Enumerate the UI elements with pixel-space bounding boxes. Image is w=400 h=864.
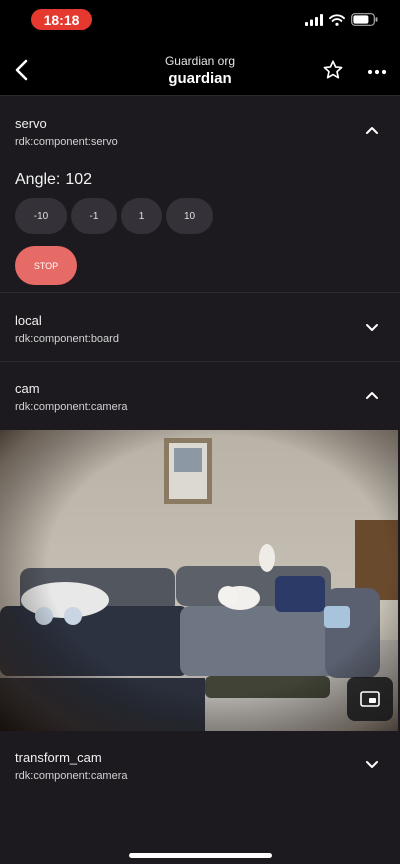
step-minus-10-button[interactable]: -10 bbox=[15, 198, 67, 234]
section-name: servo bbox=[15, 116, 47, 131]
section-transform-cam-header[interactable]: transform_cam rdk:component:camera bbox=[0, 731, 400, 799]
stop-button[interactable]: STOP bbox=[15, 246, 77, 285]
picture-in-picture-icon bbox=[360, 691, 380, 707]
section-type: rdk:component:board bbox=[15, 333, 119, 345]
section-type: rdk:component:camera bbox=[15, 770, 128, 782]
section-name: local bbox=[15, 313, 42, 328]
step-minus-1-button[interactable]: -1 bbox=[71, 198, 117, 234]
camera-feed bbox=[0, 430, 398, 731]
picture-in-picture-button[interactable] bbox=[347, 677, 393, 721]
chevron-up-icon bbox=[366, 392, 378, 399]
section-type: rdk:component:servo bbox=[15, 136, 118, 148]
angle-value: 102 bbox=[65, 171, 93, 188]
section-cam: cam rdk:component:camera bbox=[0, 362, 400, 430]
section-type: rdk:component:camera bbox=[15, 401, 128, 413]
section-transform-cam: transform_cam rdk:component:camera bbox=[0, 731, 400, 799]
chevron-up-icon bbox=[366, 127, 378, 134]
chevron-down-icon bbox=[366, 324, 378, 331]
battery-icon bbox=[351, 13, 378, 26]
section-servo: servo rdk:component:servo Angle: 102 -10 … bbox=[0, 97, 400, 293]
status-bar: 18:18 bbox=[0, 0, 400, 44]
star-icon bbox=[323, 60, 343, 79]
angle-label: Angle: bbox=[15, 171, 61, 188]
section-local-header[interactable]: local rdk:component:board bbox=[0, 294, 400, 362]
status-icons bbox=[305, 13, 378, 26]
section-local: local rdk:component:board bbox=[0, 294, 400, 362]
nav-bar: Guardian org guardian bbox=[0, 44, 400, 96]
step-plus-1-button[interactable]: 1 bbox=[121, 198, 162, 234]
section-name: transform_cam bbox=[15, 750, 102, 765]
signal-icon bbox=[305, 13, 323, 26]
section-name: cam bbox=[15, 381, 40, 396]
favorite-button[interactable] bbox=[322, 59, 344, 81]
camera-image bbox=[0, 430, 398, 731]
status-time: 18:18 bbox=[31, 9, 92, 30]
wifi-icon bbox=[329, 13, 345, 26]
angle-readout: Angle: 102 bbox=[15, 171, 92, 189]
chevron-down-icon bbox=[366, 761, 378, 768]
step-plus-10-button[interactable]: 10 bbox=[166, 198, 213, 234]
more-icon bbox=[367, 69, 387, 75]
home-indicator bbox=[129, 853, 272, 858]
section-cam-header[interactable]: cam rdk:component:camera bbox=[0, 362, 400, 430]
more-button[interactable] bbox=[367, 64, 387, 75]
section-servo-header[interactable]: servo rdk:component:servo bbox=[0, 97, 400, 165]
